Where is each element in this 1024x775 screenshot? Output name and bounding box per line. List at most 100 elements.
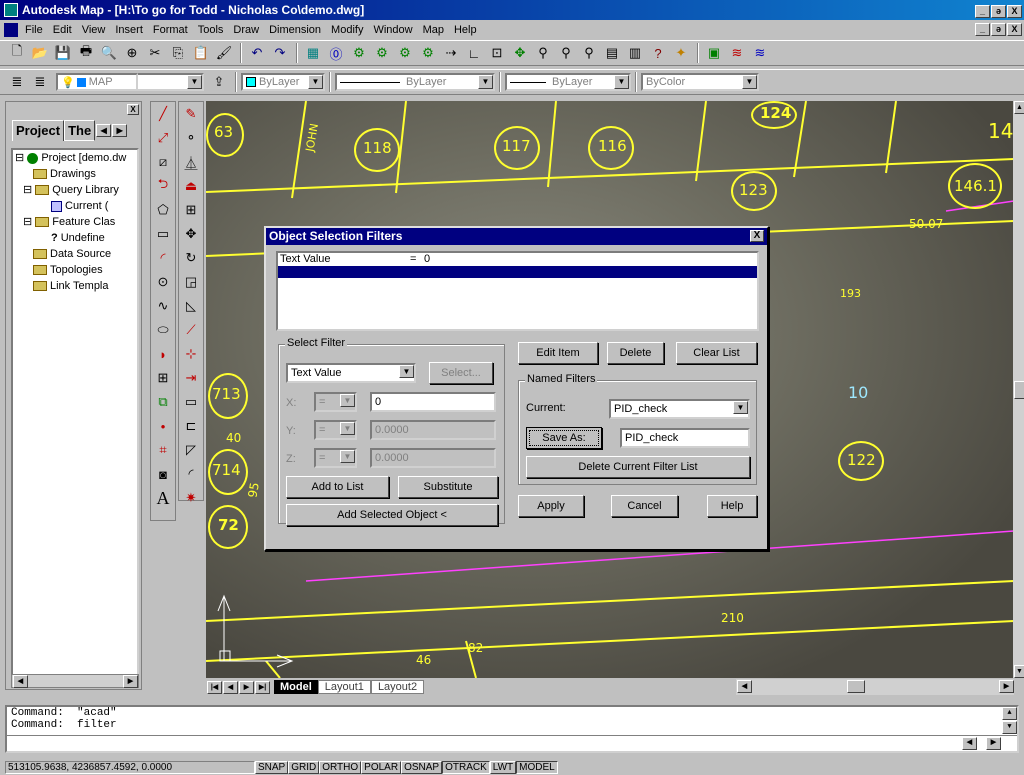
make-current-icon[interactable]: ⇪ bbox=[208, 71, 230, 93]
next-tab-icon[interactable]: ▶ bbox=[239, 680, 254, 694]
offset-icon[interactable]: ⏏ bbox=[179, 174, 203, 198]
break-at-point-icon[interactable]: ⊏ bbox=[179, 414, 203, 438]
snap-tracking-icon[interactable]: ⇢ bbox=[440, 42, 462, 64]
rotate-icon[interactable]: ↻ bbox=[179, 246, 203, 270]
command-window[interactable]: Command: "acad" Command: filter ▲ ▼ ◀ ▶ bbox=[5, 705, 1019, 753]
filter-list-row[interactable]: Text Value = 0 bbox=[278, 253, 757, 266]
scroll-up-icon[interactable]: ▲ bbox=[1014, 101, 1024, 114]
mirror-icon[interactable]: ⏅ bbox=[179, 150, 203, 174]
first-tab-icon[interactable]: |◀ bbox=[207, 680, 222, 694]
scroll-right-icon[interactable]: ▶ bbox=[999, 680, 1014, 693]
scroll-down-icon[interactable]: ▼ bbox=[1014, 665, 1024, 678]
y-value-input[interactable]: 0.0000 bbox=[370, 420, 496, 440]
toggle-snap[interactable]: SNAP bbox=[255, 761, 289, 774]
scroll-right-icon[interactable]: ▶ bbox=[123, 675, 138, 688]
doc-close-button[interactable]: X bbox=[1007, 23, 1022, 36]
construction-line-icon[interactable]: ⤢ bbox=[151, 126, 175, 150]
copy-icon[interactable]: ⎘ bbox=[167, 42, 189, 64]
scroll-thumb[interactable] bbox=[1014, 381, 1024, 399]
cmd-scroll-right-icon[interactable]: ▶ bbox=[986, 737, 1001, 750]
open-icon[interactable]: 📂 bbox=[29, 42, 51, 64]
scroll-left-icon[interactable]: ◀ bbox=[13, 675, 28, 688]
menu-window[interactable]: Window bbox=[368, 24, 417, 36]
line-icon[interactable]: ╱ bbox=[151, 102, 175, 126]
save-as-button[interactable]: Save As: bbox=[526, 427, 602, 449]
menu-help[interactable]: Help bbox=[449, 24, 482, 36]
restore-button[interactable]: ə bbox=[991, 5, 1006, 18]
menu-file[interactable]: File bbox=[20, 24, 48, 36]
zoom-extents-icon[interactable]: ⚲ bbox=[578, 42, 600, 64]
menu-edit[interactable]: Edit bbox=[48, 24, 77, 36]
menu-format[interactable]: Format bbox=[148, 24, 193, 36]
x-operator-select[interactable]: = ▼ bbox=[314, 392, 357, 412]
polygon-icon[interactable]: ⬠ bbox=[151, 198, 175, 222]
cmd-scroll-left-icon[interactable]: ◀ bbox=[962, 737, 977, 750]
edit-item-button[interactable]: Edit Item bbox=[518, 342, 598, 364]
last-tab-icon[interactable]: ▶| bbox=[255, 680, 270, 694]
prev-tab-icon[interactable]: ◀ bbox=[223, 680, 238, 694]
tool-b-icon[interactable]: ⚙ bbox=[371, 42, 393, 64]
zoom-realtime-icon[interactable]: ⚲ bbox=[532, 42, 554, 64]
close-button[interactable]: X bbox=[1007, 5, 1022, 18]
layer-manager-icon[interactable]: ≣ bbox=[6, 71, 28, 93]
layer-dropdown[interactable]: ▼ bbox=[138, 73, 204, 91]
help-icon[interactable]: ? bbox=[647, 42, 669, 64]
spline-icon[interactable]: ∿ bbox=[151, 294, 175, 318]
tree-item-drawings[interactable]: Drawings bbox=[13, 166, 137, 182]
autocad-app-icon[interactable] bbox=[4, 3, 18, 17]
filter-list[interactable]: Text Value = 0 bbox=[276, 251, 759, 331]
ellipse-arc-icon[interactable]: ◗ bbox=[151, 342, 175, 366]
clear-list-button[interactable]: Clear List bbox=[676, 342, 757, 364]
layers-icon[interactable]: ▦ bbox=[302, 42, 324, 64]
lineweight-combo[interactable]: ByLayer ▼ bbox=[505, 73, 631, 91]
map-c-icon[interactable]: ≋ bbox=[749, 42, 771, 64]
command-input[interactable] bbox=[7, 735, 1017, 736]
cancel-button[interactable]: Cancel bbox=[611, 495, 678, 517]
tree-item-current[interactable]: Current ( bbox=[13, 198, 137, 214]
scale-icon[interactable]: ◲ bbox=[179, 270, 203, 294]
x-value-input[interactable]: 0 bbox=[370, 392, 496, 412]
ellipse-icon[interactable]: ⬭ bbox=[151, 318, 175, 342]
doc-minimize-button[interactable]: _ bbox=[975, 23, 990, 36]
stretch-icon[interactable]: ◺ bbox=[179, 294, 203, 318]
trim-icon[interactable]: ⊹ bbox=[179, 342, 203, 366]
lengthen-icon[interactable]: ⟋ bbox=[179, 318, 203, 342]
minimize-button[interactable]: _ bbox=[975, 5, 990, 18]
panel-close-button[interactable]: X bbox=[127, 104, 139, 115]
fillet-icon[interactable]: ◜ bbox=[179, 462, 203, 486]
add-to-list-button[interactable]: Add to List bbox=[286, 476, 389, 498]
multiline-icon[interactable]: ⧄ bbox=[151, 150, 175, 174]
break-icon[interactable]: ▭ bbox=[179, 390, 203, 414]
extend-icon[interactable]: ⇥ bbox=[179, 366, 203, 390]
tree-item-feature-classes[interactable]: ⊟ Feature Clas bbox=[13, 214, 137, 230]
rectangle-icon[interactable]: ▭ bbox=[151, 222, 175, 246]
menu-draw[interactable]: Draw bbox=[228, 24, 264, 36]
chamfer-icon[interactable]: ◸ bbox=[179, 438, 203, 462]
tree-item-project[interactable]: ⊟ Project [demo.dw bbox=[13, 150, 137, 166]
layer-previous-icon[interactable]: ≣ bbox=[29, 71, 51, 93]
publish-icon[interactable]: ⊕ bbox=[121, 42, 143, 64]
explode-icon[interactable]: ✷ bbox=[179, 486, 203, 510]
region-icon[interactable]: ◙ bbox=[151, 462, 175, 486]
tool-d-icon[interactable]: ⚙ bbox=[417, 42, 439, 64]
match-properties-icon[interactable]: 🖌 bbox=[213, 42, 235, 64]
scroll-thumb[interactable] bbox=[847, 680, 865, 693]
y-operator-select[interactable]: = ▼ bbox=[314, 420, 357, 440]
toggle-otrack[interactable]: OTRACK bbox=[442, 761, 490, 774]
undo-icon[interactable]: ↶ bbox=[246, 42, 268, 64]
select-button[interactable]: Select... bbox=[429, 362, 493, 384]
cmd-scroll-up-icon[interactable]: ▲ bbox=[1002, 707, 1017, 720]
toggle-lwt[interactable]: LWT bbox=[489, 761, 517, 774]
plotstyle-combo[interactable]: ByColor ▼ bbox=[641, 73, 759, 91]
toggle-polar[interactable]: POLAR bbox=[361, 761, 402, 774]
save-icon[interactable]: 💾 bbox=[52, 42, 74, 64]
doc-restore-button[interactable]: ə bbox=[991, 23, 1006, 36]
menu-view[interactable]: View bbox=[77, 24, 111, 36]
hyperlink-icon[interactable]: ⓪ bbox=[325, 42, 347, 64]
dialog-close-button[interactable]: X bbox=[750, 230, 764, 242]
zoom-window-icon[interactable]: ⊡ bbox=[486, 42, 508, 64]
menu-tools[interactable]: Tools bbox=[193, 24, 229, 36]
map-b-icon[interactable]: ≋ bbox=[726, 42, 748, 64]
arc-icon[interactable]: ◜ bbox=[151, 246, 175, 270]
print-preview-icon[interactable]: 🔍 bbox=[98, 42, 120, 64]
